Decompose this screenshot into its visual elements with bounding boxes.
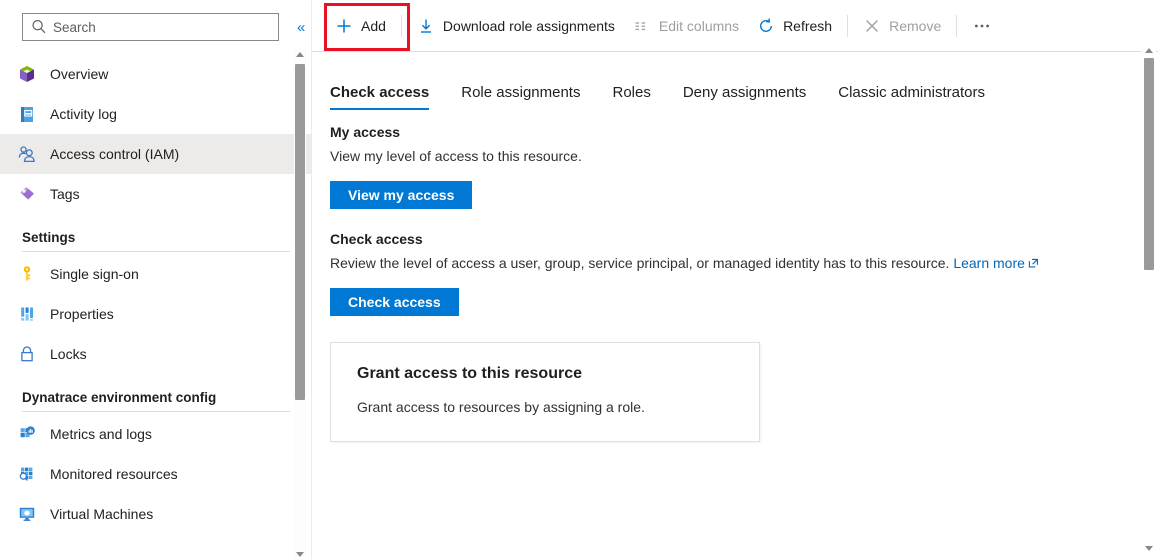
search-icon	[29, 17, 49, 37]
sidebar-item-tags[interactable]: Tags	[0, 174, 312, 214]
sidebar-item-monitored-resources[interactable]: Monitored resources	[0, 454, 312, 494]
refresh-button[interactable]: Refresh	[748, 10, 841, 42]
download-icon	[417, 17, 435, 35]
edit-columns-label: Edit columns	[658, 17, 740, 34]
scroll-down-arrow-icon[interactable]	[1143, 541, 1155, 553]
scrollbar-thumb[interactable]	[295, 64, 305, 400]
monitored-resources-icon	[16, 463, 38, 485]
learn-more-link[interactable]: Learn more	[953, 255, 1039, 271]
sidebar-item-label: Metrics and logs	[50, 426, 152, 442]
main-scrollbar[interactable]	[1142, 0, 1156, 559]
check-access-description-text: Review the level of access a user, group…	[330, 255, 950, 271]
resource-menu-sidebar: « Overview	[0, 0, 312, 559]
sidebar-group-title-settings: Settings	[22, 230, 76, 245]
sidebar-item-label: Overview	[50, 66, 109, 82]
azure-portal-iam-page: « Overview	[0, 0, 1158, 559]
sidebar-item-access-control-iam[interactable]: Access control (IAM)	[0, 134, 312, 174]
tab-deny-assignments[interactable]: Deny assignments	[683, 84, 806, 110]
people-icon	[16, 143, 38, 165]
ellipsis-icon	[975, 24, 990, 27]
tab-check-access[interactable]: Check access	[330, 84, 430, 110]
grant-access-card-title: Grant access to this resource	[357, 365, 582, 382]
more-commands-button[interactable]	[967, 11, 997, 41]
grant-access-card-description: Grant access to resources by assigning a…	[357, 399, 645, 415]
sidebar-item-label: Locks	[50, 346, 87, 362]
sidebar-item-label: Single sign-on	[50, 266, 139, 282]
sidebar-item-virtual-machines[interactable]: Virtual Machines	[0, 494, 312, 534]
tab-bar: Check access Role assignments Roles Deny…	[312, 68, 1158, 110]
edit-columns-icon	[633, 17, 651, 35]
sidebar-nav-list: Overview Activity log Access control (IA…	[0, 44, 312, 534]
virtual-machine-icon	[16, 503, 38, 525]
sidebar-item-label: Tags	[50, 186, 80, 202]
sidebar-search-row: «	[0, 0, 312, 44]
my-access-description: View my level of access to this resource…	[330, 148, 582, 164]
check-access-section: Check access Review the level of access …	[330, 231, 1158, 316]
edit-columns-button: Edit columns	[624, 10, 748, 42]
download-button-label: Download role assignments	[442, 17, 615, 34]
tab-role-assignments[interactable]: Role assignments	[461, 84, 580, 110]
add-button[interactable]: Add	[326, 10, 395, 42]
sidebar-item-label: Access control (IAM)	[50, 146, 180, 162]
sidebar-item-locks[interactable]: Locks	[0, 334, 312, 374]
scrollbar-thumb[interactable]	[1144, 58, 1154, 270]
download-role-assignments-button[interactable]: Download role assignments	[408, 10, 624, 42]
toolbar-separator	[847, 14, 849, 37]
search-input[interactable]	[49, 18, 259, 36]
tag-icon	[16, 183, 38, 205]
command-toolbar: Add Download role assignments Edit colum…	[312, 0, 1158, 52]
external-link-icon	[1028, 254, 1039, 268]
refresh-button-label: Refresh	[783, 17, 833, 34]
scroll-up-arrow-icon[interactable]	[1143, 44, 1155, 56]
check-access-description: Review the level of access a user, group…	[330, 253, 1070, 274]
my-access-section: My access View my level of access to thi…	[330, 124, 1158, 209]
toolbar-separator	[400, 14, 402, 37]
plus-icon	[335, 17, 353, 35]
cube-icon	[16, 63, 38, 85]
my-access-title: My access	[330, 124, 401, 140]
check-access-button[interactable]: Check access	[330, 288, 459, 316]
view-my-access-button[interactable]: View my access	[330, 181, 473, 209]
toolbar-separator	[956, 14, 958, 37]
sidebar-item-properties[interactable]: Properties	[0, 294, 312, 334]
remove-button-label: Remove	[889, 17, 942, 34]
sidebar-item-label: Monitored resources	[50, 466, 178, 482]
scroll-up-arrow-icon[interactable]	[294, 48, 306, 60]
scroll-down-arrow-icon[interactable]	[294, 547, 306, 559]
properties-bars-icon	[16, 303, 38, 325]
metrics-logs-icon	[16, 423, 38, 445]
tab-classic-administrators[interactable]: Classic administrators	[838, 84, 985, 110]
activity-log-book-icon	[16, 103, 38, 125]
main-content: Add Download role assignments Edit colum…	[312, 0, 1158, 559]
grant-access-card: Grant access to this resource Grant acce…	[330, 342, 760, 442]
remove-button: Remove	[854, 10, 950, 42]
tab-roles[interactable]: Roles	[612, 84, 650, 110]
sidebar-item-single-sign-on[interactable]: Single sign-on	[0, 254, 312, 294]
sidebar-item-metrics-and-logs[interactable]: Metrics and logs	[0, 414, 312, 454]
close-x-icon	[863, 17, 881, 35]
sidebar-group-divider	[22, 411, 290, 412]
sidebar-item-label: Virtual Machines	[50, 506, 154, 522]
add-button-label: Add	[361, 17, 386, 34]
sidebar-scrollbar[interactable]	[294, 48, 306, 559]
key-icon	[16, 263, 38, 285]
sidebar-item-label: Properties	[50, 306, 114, 322]
sidebar-item-label: Activity log	[50, 106, 117, 122]
collapse-sidebar-button[interactable]: «	[290, 15, 312, 39]
sidebar-item-overview[interactable]: Overview	[0, 54, 312, 94]
check-access-title: Check access	[330, 231, 423, 247]
search-box[interactable]	[22, 13, 280, 41]
learn-more-label: Learn more	[953, 255, 1025, 271]
sidebar-group-divider	[22, 251, 290, 252]
sidebar-item-activity-log[interactable]: Activity log	[0, 94, 312, 134]
sidebar-group-title-dynatrace: Dynatrace environment config	[22, 390, 217, 405]
refresh-icon	[757, 17, 775, 35]
lock-icon	[16, 343, 38, 365]
check-access-panel: My access View my level of access to thi…	[312, 110, 1158, 442]
